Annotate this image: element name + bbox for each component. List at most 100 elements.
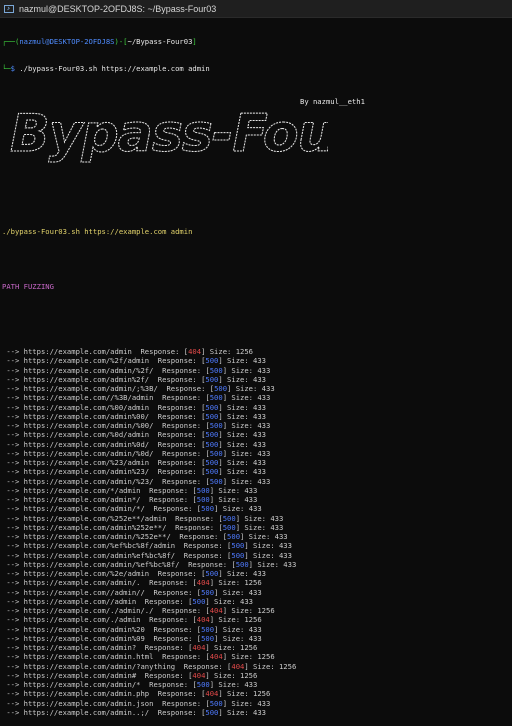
result-url: https://example.com/admin.php bbox=[23, 689, 150, 699]
result-size-label: ] Size: bbox=[222, 606, 258, 615]
result-size: 433 bbox=[253, 707, 266, 717]
result-url: https://example.com/admin/;%3B/ bbox=[23, 384, 158, 393]
result-size-label: ] Size: bbox=[218, 467, 254, 477]
result-row: --> https://example.com//%3B/admin Respo… bbox=[2, 393, 510, 402]
result-arrow: --> bbox=[2, 448, 24, 458]
result-row: --> https://example.com/admin/. Response… bbox=[2, 578, 510, 587]
result-status-code: 404 bbox=[196, 578, 210, 588]
result-size-label: ] Size: bbox=[222, 421, 258, 430]
result-size: 433 bbox=[244, 680, 258, 689]
result-size: 433 bbox=[244, 495, 258, 504]
result-status-code: 500 bbox=[222, 522, 236, 532]
result-response-label: Response: [ bbox=[153, 421, 210, 430]
result-arrow: --> bbox=[2, 633, 24, 643]
result-url: https://example.com/%0d/admin bbox=[23, 430, 150, 440]
result-size-label: ] Size: bbox=[218, 689, 254, 699]
result-row: --> https://example.com/admin/;%3B/ Resp… bbox=[2, 384, 510, 393]
result-row: --> https://example.com/admin/?anything … bbox=[2, 662, 510, 671]
result-size-label: ] Size: bbox=[218, 439, 254, 449]
result-status-code: 500 bbox=[192, 596, 206, 606]
result-url: https://example.com//admin// bbox=[23, 587, 145, 597]
banner-logo-text: Bypass-Four03 bbox=[10, 104, 328, 164]
result-status-code: 500 bbox=[205, 439, 219, 449]
result-row: --> https://example.com/./admin/./ Respo… bbox=[2, 606, 510, 615]
terminal-output[interactable]: ┌──(nazmul@DESKTOP-2OFDJ8S)-[~/Bypass-Fo… bbox=[0, 18, 512, 726]
result-response-label: Response: [ bbox=[136, 670, 193, 680]
result-status-code: 500 bbox=[205, 430, 219, 440]
result-size: 433 bbox=[253, 356, 266, 366]
result-arrow: --> bbox=[2, 596, 24, 606]
result-size-label: ] Size: bbox=[205, 596, 241, 606]
result-arrow: --> bbox=[2, 393, 24, 403]
result-size: 1256 bbox=[240, 670, 258, 680]
result-arrow: --> bbox=[2, 476, 24, 486]
result-arrow: --> bbox=[2, 652, 24, 662]
section-title: PATH FUZZING bbox=[2, 282, 54, 292]
result-arrow: --> bbox=[2, 384, 24, 393]
result-size: 433 bbox=[257, 698, 271, 708]
result-url: https://example.com/admin/%252e**/ bbox=[23, 532, 171, 541]
result-url: https://example.com/admin.html bbox=[23, 652, 154, 662]
result-status-code: 500 bbox=[209, 698, 223, 708]
result-size: 433 bbox=[274, 532, 288, 541]
result-status-code: 500 bbox=[196, 485, 210, 495]
result-row: --> https://example.com/admin%00/ Respon… bbox=[2, 412, 510, 421]
result-row: --> https://example.com/admin Response: … bbox=[2, 347, 510, 356]
result-status-code: 500 bbox=[205, 707, 219, 717]
result-url: https://example.com/%252e**/admin bbox=[23, 513, 167, 523]
result-response-label: Response: [ bbox=[144, 624, 202, 634]
result-response-label: Response: [ bbox=[153, 365, 210, 375]
result-size: 433 bbox=[270, 522, 284, 532]
result-response-label: Response: [ bbox=[153, 652, 210, 662]
result-url: https://example.com/admin%23/ bbox=[23, 467, 150, 477]
result-url: https://example.com/admin*/ bbox=[23, 495, 141, 504]
result-arrow: --> bbox=[2, 698, 24, 708]
result-status-code: 500 bbox=[205, 374, 219, 384]
results-list: --> https://example.com/admin Response: … bbox=[2, 347, 510, 717]
result-url: https://example.com/%2e/admin bbox=[23, 569, 150, 578]
result-row: --> https://example.com/%2e/admin Respon… bbox=[2, 569, 510, 578]
result-row: --> https://example.com/admin/%00/ Respo… bbox=[2, 421, 510, 430]
result-size: 433 bbox=[257, 421, 271, 430]
prompt-header: ┌──(nazmul@DESKTOP-2OFDJ8S)-[~/Bypass-Fo… bbox=[2, 36, 197, 46]
result-status-code: 500 bbox=[231, 541, 245, 551]
result-response-label: Response: [ bbox=[149, 402, 206, 412]
result-size: 1256 bbox=[240, 643, 258, 652]
result-size-label: ] Size: bbox=[209, 495, 245, 504]
result-size: 1256 bbox=[257, 652, 275, 662]
result-arrow: --> bbox=[2, 402, 24, 412]
result-status-code: 500 bbox=[205, 411, 219, 421]
result-status-code: 500 bbox=[222, 513, 236, 523]
result-status-code: 500 bbox=[209, 393, 223, 403]
result-url: https://example.com/admin.json bbox=[23, 698, 154, 708]
result-url: https://example.com/admin bbox=[23, 347, 132, 356]
result-arrow: --> bbox=[2, 587, 24, 597]
result-row: --> https://example.com/admin# Response:… bbox=[2, 671, 510, 680]
result-size-label: ] Size: bbox=[222, 448, 258, 458]
result-response-label: Response: [ bbox=[149, 569, 206, 578]
result-row: --> https://example.com/%2f/admin Respon… bbox=[2, 356, 510, 365]
result-size-label: ] Size: bbox=[222, 698, 258, 708]
result-response-label: Response: [ bbox=[136, 643, 193, 652]
result-status-code: 404 bbox=[209, 606, 223, 615]
result-row: --> https://example.com/admin/%0d/ Respo… bbox=[2, 449, 510, 458]
result-size: 1256 bbox=[235, 347, 254, 356]
result-size: 433 bbox=[278, 550, 292, 560]
result-response-label: Response: [ bbox=[149, 458, 206, 467]
result-size: 433 bbox=[248, 587, 262, 597]
result-row: --> https://example.com/admin..;/ Respon… bbox=[2, 708, 510, 717]
result-row: --> https://example.com/admin%20 Respons… bbox=[2, 625, 510, 634]
result-url: https://example.com/%00/admin bbox=[23, 402, 150, 412]
result-arrow: --> bbox=[2, 559, 24, 569]
result-status-code: 500 bbox=[201, 624, 215, 634]
result-status-code: 500 bbox=[209, 365, 223, 375]
window-titlebar[interactable]: nazmul@DESKTOP-2OFDJ8S: ~/Bypass-Four03 bbox=[0, 0, 512, 18]
result-size: 433 bbox=[257, 476, 271, 486]
result-row: --> https://example.com/admin? Response:… bbox=[2, 643, 510, 652]
prompt-path: ~/Bypass-Four03 bbox=[127, 36, 193, 46]
result-size: 433 bbox=[283, 559, 297, 569]
result-response-label: Response: [ bbox=[175, 541, 232, 551]
banner-byline-spacer bbox=[2, 199, 510, 208]
result-url: https://example.com/%2f/admin bbox=[23, 356, 150, 366]
result-status-code: 500 bbox=[209, 448, 223, 458]
